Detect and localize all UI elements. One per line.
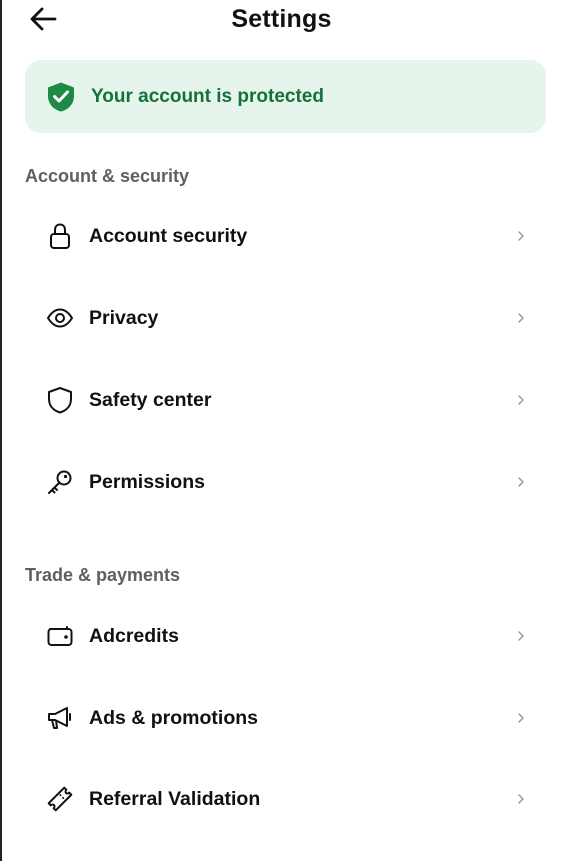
chevron-right-icon: [516, 475, 526, 489]
wallet-icon: [45, 621, 75, 651]
chevron-right-icon: [516, 311, 526, 325]
settings-item-label: Permissions: [89, 470, 205, 493]
top-bar: Settings: [0, 0, 563, 40]
settings-item-label: Privacy: [89, 306, 159, 329]
settings-item-label: Referral Validation: [89, 787, 261, 810]
settings-item-label: Adcredits: [89, 624, 179, 647]
settings-item-label: Safety center: [89, 388, 212, 411]
chevron-right-icon: [516, 229, 526, 243]
settings-item-referral-validation[interactable]: Referral Validation: [25, 766, 546, 832]
settings-item-safety-center[interactable]: Safety center: [25, 367, 546, 433]
section-title-account-security: Account & security: [25, 166, 190, 186]
key-icon: [45, 467, 75, 497]
ticket-icon: [45, 784, 75, 814]
chevron-right-icon: [516, 393, 526, 407]
account-protected-banner[interactable]: Your account is protected: [25, 60, 546, 133]
settings-item-label: Ads & promotions: [89, 706, 258, 729]
banner-text: Your account is protected: [91, 85, 324, 107]
settings-item-ads-promotions[interactable]: Ads & promotions: [25, 685, 546, 751]
eye-icon: [45, 303, 75, 333]
chevron-right-icon: [516, 711, 526, 725]
settings-item-privacy[interactable]: Privacy: [25, 285, 546, 351]
shield-check-icon: [45, 81, 77, 113]
shield-icon: [45, 385, 75, 415]
chevron-right-icon: [516, 629, 526, 643]
chevron-right-icon: [516, 792, 526, 806]
settings-item-label: Account security: [89, 224, 248, 247]
lock-icon: [45, 221, 75, 251]
settings-item-adcredits[interactable]: Adcredits: [25, 603, 546, 669]
settings-item-account-security[interactable]: Account security: [25, 203, 546, 269]
window-edge: [0, 0, 2, 861]
back-button[interactable]: [28, 4, 58, 34]
arrow-left-icon: [30, 7, 57, 31]
megaphone-icon: [45, 703, 75, 733]
page-title: Settings: [231, 5, 332, 33]
settings-item-permissions[interactable]: Permissions: [25, 449, 546, 515]
section-title-trade-payments: Trade & payments: [25, 565, 181, 585]
